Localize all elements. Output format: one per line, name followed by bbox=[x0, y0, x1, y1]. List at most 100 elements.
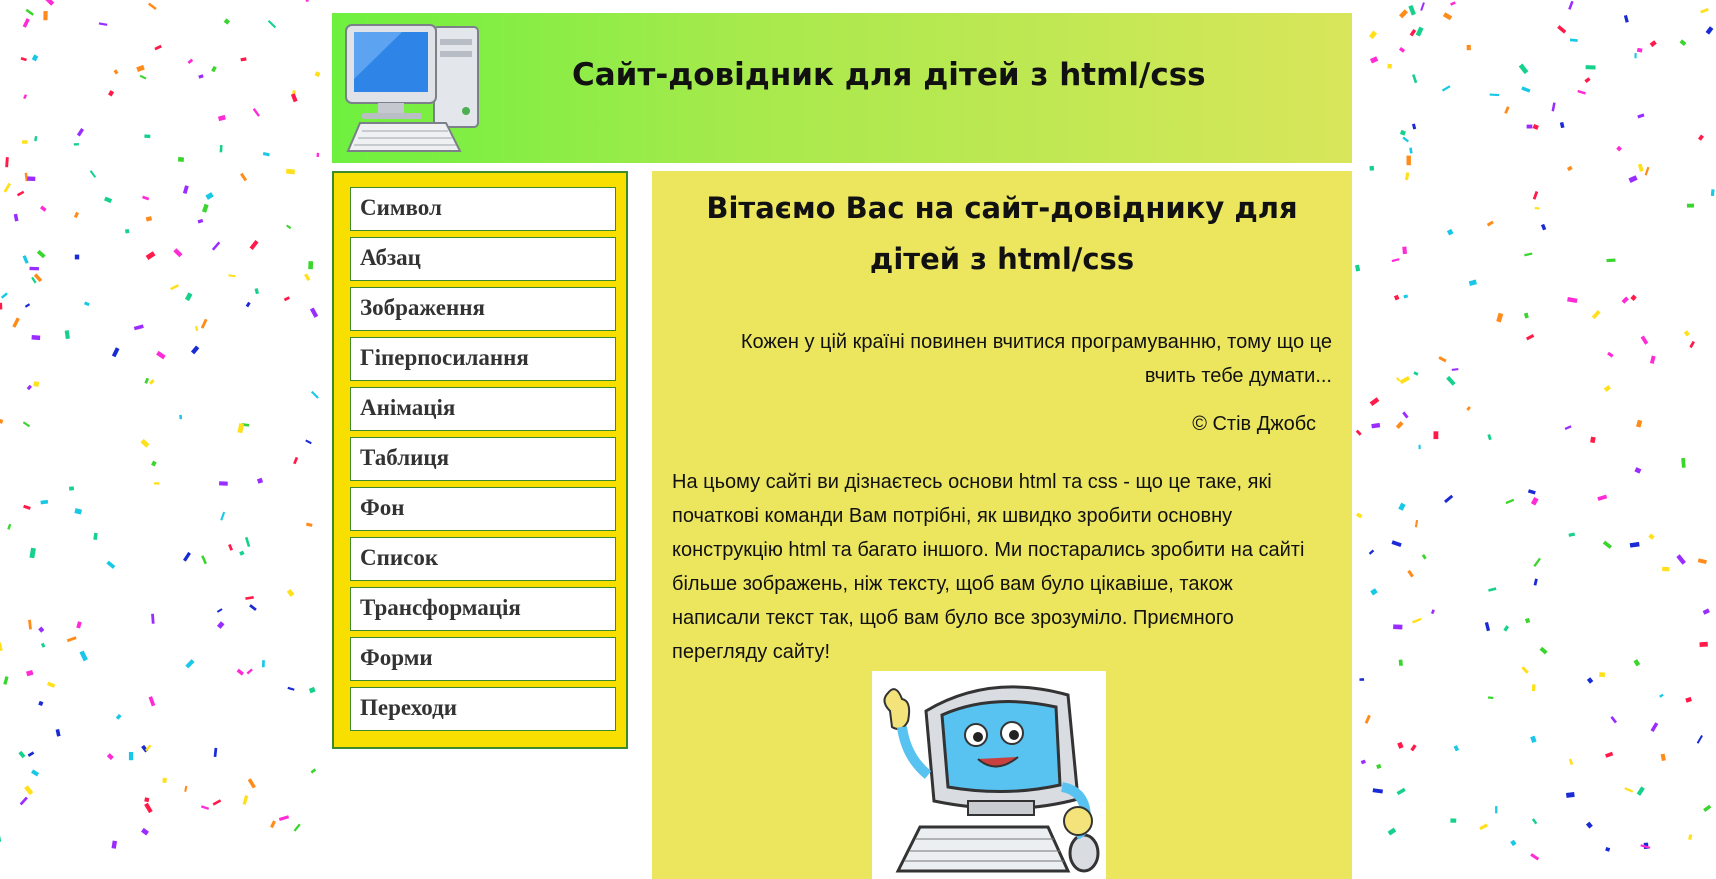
confetti-piece bbox=[1568, 758, 1574, 766]
menu-item-forms[interactable]: Форми bbox=[350, 637, 616, 681]
confetti-piece bbox=[1628, 175, 1638, 183]
confetti-piece bbox=[1564, 425, 1572, 430]
confetti-piece bbox=[1633, 659, 1641, 667]
confetti-piece bbox=[1531, 818, 1538, 825]
confetti-piece bbox=[1495, 806, 1498, 814]
confetti-piece bbox=[142, 195, 150, 201]
confetti-piece bbox=[0, 302, 3, 310]
confetti-piece bbox=[5, 157, 9, 168]
confetti-piece bbox=[240, 172, 248, 182]
confetti-piece bbox=[115, 713, 122, 720]
confetti-piece bbox=[29, 266, 39, 271]
confetti-piece bbox=[1421, 554, 1427, 560]
confetti-piece bbox=[27, 176, 36, 181]
confetti-piece bbox=[184, 785, 188, 792]
confetti-piece bbox=[1430, 609, 1435, 615]
computer-mascot-image bbox=[872, 671, 1106, 879]
confetti-piece bbox=[1370, 588, 1378, 596]
confetti-piece bbox=[36, 249, 46, 259]
confetti-piece bbox=[3, 676, 9, 685]
confetti-piece bbox=[156, 350, 166, 360]
confetti-piece bbox=[173, 248, 183, 258]
confetti-piece bbox=[1521, 666, 1529, 674]
confetti-piece bbox=[144, 377, 150, 384]
confetti-piece bbox=[213, 747, 218, 758]
confetti-piece bbox=[245, 301, 251, 308]
confetti-piece bbox=[1487, 434, 1492, 441]
confetti-piece bbox=[1404, 172, 1410, 181]
confetti-piece bbox=[1453, 745, 1460, 752]
confetti-piece bbox=[1705, 26, 1714, 35]
confetti-piece bbox=[1635, 419, 1643, 428]
confetti-piece bbox=[1409, 29, 1417, 37]
confetti-piece bbox=[216, 621, 225, 629]
menu-item-hyperlink[interactable]: Гіперпосилання bbox=[350, 337, 616, 381]
confetti-piece bbox=[1603, 385, 1611, 392]
confetti-piece bbox=[1526, 333, 1535, 341]
confetti-piece bbox=[108, 90, 115, 97]
confetti-piece bbox=[1648, 533, 1655, 540]
confetti-piece bbox=[1503, 625, 1510, 632]
confetti-piece bbox=[113, 69, 119, 75]
confetti-piece bbox=[305, 0, 309, 2]
confetti-piece bbox=[1406, 155, 1411, 166]
confetti-piece bbox=[1530, 735, 1537, 743]
confetti-piece bbox=[1534, 206, 1540, 210]
confetti-piece bbox=[26, 670, 34, 677]
confetti-piece bbox=[162, 777, 167, 783]
confetti-piece bbox=[1629, 541, 1640, 548]
confetti-piece bbox=[104, 196, 113, 204]
sidebar-menu: Символ Абзац Зображення Гіперпосилання А… bbox=[332, 171, 628, 749]
confetti-piece bbox=[1496, 312, 1504, 323]
menu-item-transitions[interactable]: Переходи bbox=[350, 687, 616, 731]
confetti-piece bbox=[1649, 355, 1656, 364]
desktop-computer-icon bbox=[345, 24, 479, 152]
menu-item-transform[interactable]: Трансформація bbox=[350, 587, 616, 631]
confetti-piece bbox=[283, 296, 290, 302]
main-content: Вітаємо Вас на сайт-довіднику для дітей … bbox=[652, 171, 1352, 879]
confetti-piece bbox=[31, 54, 39, 62]
confetti-piece bbox=[194, 325, 199, 332]
confetti-piece bbox=[98, 22, 108, 26]
confetti-piece bbox=[1686, 203, 1695, 208]
menu-item-symbol[interactable]: Символ bbox=[350, 187, 616, 231]
confetti-piece bbox=[1703, 804, 1712, 812]
confetti-piece bbox=[239, 550, 245, 556]
confetti-piece bbox=[76, 128, 85, 137]
page-heading: Вітаємо Вас на сайт-довіднику для дітей … bbox=[706, 191, 1298, 276]
confetti-piece bbox=[179, 414, 183, 420]
confetti-piece bbox=[1660, 753, 1666, 761]
menu-item-background[interactable]: Фон bbox=[350, 487, 616, 531]
confetti-piece bbox=[106, 753, 114, 761]
confetti-piece bbox=[23, 504, 31, 510]
confetti-piece bbox=[31, 769, 40, 777]
confetti-piece bbox=[111, 347, 120, 358]
confetti-piece bbox=[182, 185, 189, 194]
menu-item-list[interactable]: Список bbox=[350, 537, 616, 581]
confetti-piece bbox=[1408, 4, 1416, 16]
confetti-piece bbox=[1450, 818, 1457, 823]
confetti-piece bbox=[151, 613, 155, 624]
confetti-piece bbox=[76, 621, 82, 629]
confetti-piece bbox=[38, 700, 44, 707]
confetti-piece bbox=[89, 170, 97, 178]
confetti-piece bbox=[1569, 38, 1578, 42]
menu-item-image[interactable]: Зображення bbox=[350, 287, 616, 331]
menu-item-paragraph[interactable]: Абзац bbox=[350, 237, 616, 281]
confetti-piece bbox=[223, 18, 231, 25]
confetti-piece bbox=[261, 660, 265, 668]
confetti-piece bbox=[1524, 617, 1531, 624]
confetti-piece bbox=[1451, 368, 1459, 371]
menu-item-animation[interactable]: Анімація bbox=[350, 387, 616, 431]
confetti-piece bbox=[74, 254, 80, 260]
confetti-piece bbox=[219, 145, 223, 153]
confetti-piece bbox=[262, 152, 270, 157]
confetti-piece bbox=[1531, 684, 1536, 692]
confetti-piece bbox=[1649, 40, 1657, 48]
confetti-piece bbox=[1551, 102, 1556, 112]
confetti-piece bbox=[237, 423, 245, 434]
confetti-piece bbox=[1585, 65, 1596, 70]
confetti-piece bbox=[40, 499, 49, 505]
menu-item-table[interactable]: Таблиця bbox=[350, 437, 616, 481]
confetti-piece bbox=[286, 588, 295, 597]
